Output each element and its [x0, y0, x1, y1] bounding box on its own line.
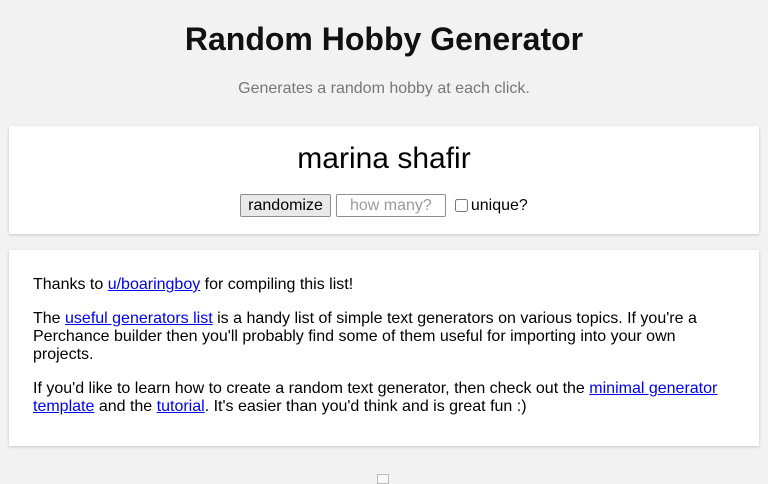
- useful-text-before: The: [33, 310, 66, 327]
- boaringboy-link[interactable]: u/boaringboy: [108, 276, 201, 293]
- count-input[interactable]: [335, 194, 446, 217]
- tutorial-text-before: If you'd like to learn how to create a r…: [33, 380, 590, 397]
- useful-generators-link[interactable]: useful generators list: [65, 310, 213, 327]
- unique-option[interactable]: unique?: [454, 196, 528, 215]
- page-subtitle: Generates a random hobby at each click.: [238, 80, 530, 97]
- tutorial-link[interactable]: tutorial: [157, 398, 205, 415]
- thanks-paragraph: Thanks to u/boaringboy for compiling thi…: [33, 276, 735, 294]
- thanks-text-after: for compiling this list!: [200, 276, 354, 293]
- tutorial-text-after: . It's easier than you'd think and is gr…: [204, 398, 527, 415]
- useful-list-paragraph: The useful generators list is a handy li…: [33, 310, 735, 364]
- image-placeholder-icon: [377, 474, 389, 484]
- generated-output: marina shafir: [297, 142, 471, 175]
- info-card: Thanks to u/boaringboy for compiling thi…: [9, 250, 759, 446]
- unique-checkbox[interactable]: [454, 199, 468, 212]
- page-title: Random Hobby Generator: [184, 21, 584, 57]
- randomize-button[interactable]: randomize: [240, 194, 331, 217]
- tutorial-text-middle: and the: [94, 398, 157, 415]
- thanks-text-before: Thanks to: [33, 276, 108, 293]
- generator-controls: randomize unique?: [9, 194, 759, 217]
- unique-label: unique?: [470, 196, 528, 214]
- tutorial-paragraph: If you'd like to learn how to create a r…: [33, 380, 735, 416]
